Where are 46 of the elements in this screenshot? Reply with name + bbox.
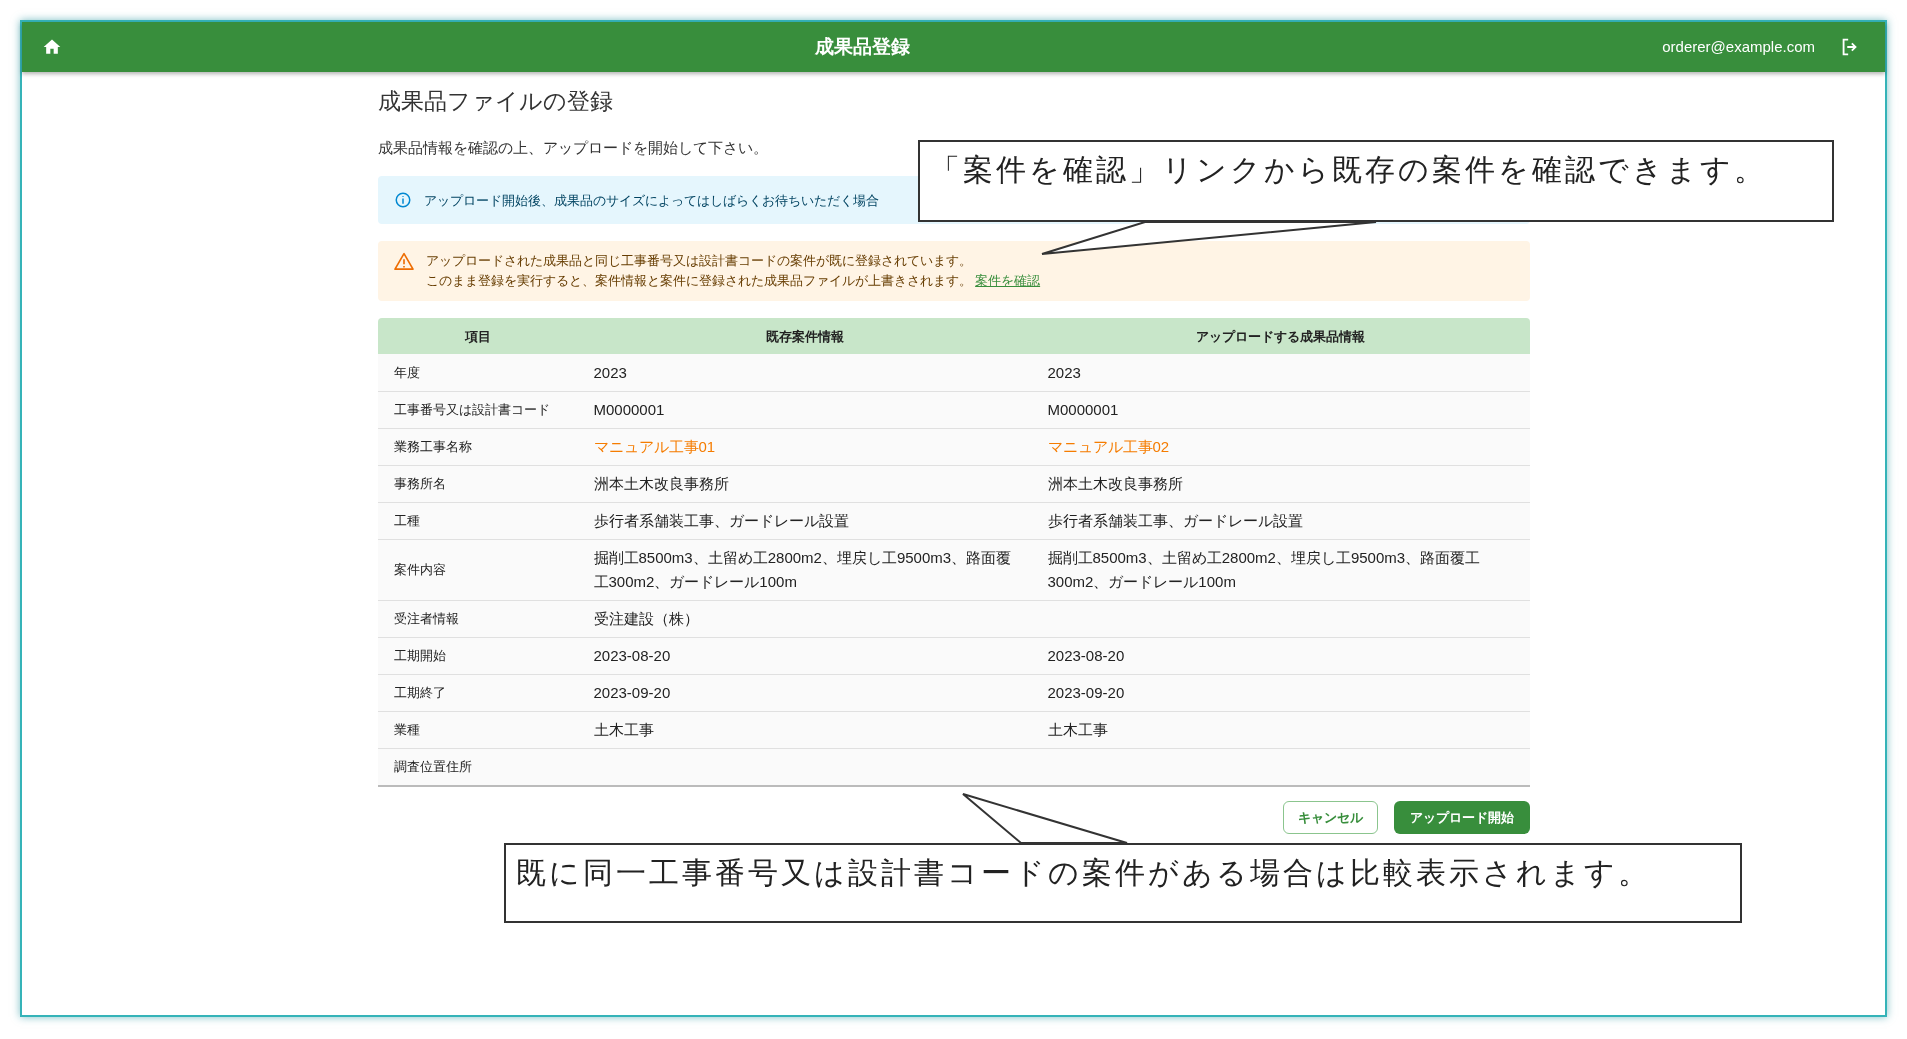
table-cell: マニュアル工事02 xyxy=(1047,437,1170,455)
row-label: 工期終了 xyxy=(393,684,446,700)
table-cell: 歩行者系舗装工事、ガードレール設置 xyxy=(593,511,849,529)
table-cell: 土木工事 xyxy=(1047,720,1108,738)
table-cell: 2023 xyxy=(1047,363,1081,381)
table-cell: 2023 xyxy=(593,363,627,381)
warning-icon xyxy=(393,252,414,271)
row-label: 受注者情報 xyxy=(393,610,459,626)
app-title: 成果品登録 xyxy=(814,35,910,57)
table-cell: 2023-08-20 xyxy=(1047,646,1125,664)
table-cell: マニュアル工事01 xyxy=(593,437,716,455)
page-title: 成果品ファイルの登録 xyxy=(377,88,614,116)
home-icon[interactable] xyxy=(42,37,62,57)
table-cell: 掘削工8500m3、土留め工2800m2、埋戻し工9500m3、路面覆工300m2、ガードレール100m xyxy=(1047,548,1481,590)
row-label: 工期開始 xyxy=(393,647,446,663)
table-cell: 土木工事 xyxy=(593,720,654,738)
link[interactable]: 案件を確認 xyxy=(975,273,1041,289)
table-cell: 掘削工8500m3、土留め工2800m2、埋戻し工9500m3、路面覆工300m2、ガードレール100m xyxy=(593,548,1012,590)
row-label: 年度 xyxy=(393,364,420,380)
table-cell: 2023-08-20 xyxy=(593,646,671,664)
column-header: アップロードする成果品情報 xyxy=(1031,318,1530,355)
row-label: 業種 xyxy=(393,721,420,737)
row-label: 案件内容 xyxy=(393,561,446,577)
table-cell: 歩行者系舗装工事、ガードレール設置 xyxy=(1047,511,1303,529)
row-label: 業務工事名称 xyxy=(393,438,472,454)
row-label: 調査位置住所 xyxy=(393,758,472,774)
user-email: orderer@example.com xyxy=(1662,36,1815,57)
upload-button[interactable]: アップロード開始 xyxy=(1393,800,1530,835)
row-label: 事務所名 xyxy=(393,475,446,491)
cancel-button[interactable]: キャンセル xyxy=(1282,800,1378,835)
instruction-text: 成果品情報を確認の上、アップロードを開始して下さい。 xyxy=(377,138,769,158)
table-cell: 洲本土木改良事務所 xyxy=(593,474,729,492)
row-label: 工種 xyxy=(393,512,420,528)
table-cell: 受注建設（株） xyxy=(593,609,699,627)
info-icon xyxy=(393,191,412,210)
column-header: 既存案件情報 xyxy=(577,318,1032,355)
table-cell: 2023-09-20 xyxy=(1047,683,1125,701)
table-cell: 2023-09-20 xyxy=(593,683,671,701)
table-cell: M0000001 xyxy=(593,400,665,418)
alert-text: このまま登録を実行すると、案件情報と案件に登録された成果品ファイルが上書きされます。 案件を確認 xyxy=(425,272,1041,291)
row-label: 工事番号又は設計書コード xyxy=(393,401,550,417)
alert-text: アップロード開始後、成果品のサイズによってはしばらくお待ちいただく場合 xyxy=(423,191,879,210)
table-cell: 洲本土木改良事務所 xyxy=(1047,474,1183,492)
table-cell: M0000001 xyxy=(1047,400,1119,418)
alert-text: アップロードされた成果品と同じ工事番号又は設計書コードの案件が既に登録されています。 xyxy=(425,252,973,271)
column-header: 項目 xyxy=(377,318,578,355)
